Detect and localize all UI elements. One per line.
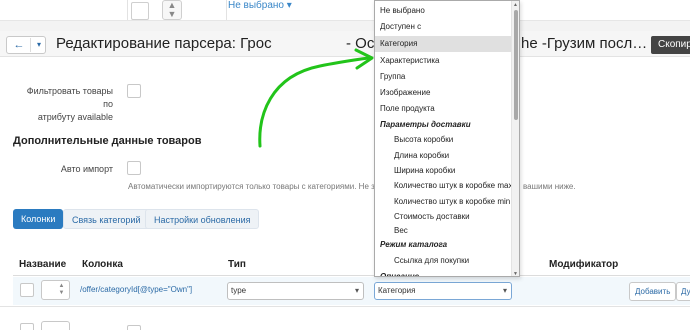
filter-label-line1: Фильтровать товары по (26, 86, 113, 109)
chevron-down-icon[interactable]: ▾ (33, 37, 45, 53)
stepper-arrows[interactable]: ▲ ▼ (56, 283, 67, 297)
header-column: Колонка (82, 259, 123, 270)
auto-import-help: Автоматически импортируются только товар… (128, 182, 380, 191)
row-separator (0, 20, 690, 31)
duplicate-button[interactable]: Ду (676, 282, 690, 301)
dropdown-option[interactable]: Ширина коробки (375, 163, 511, 179)
dropdown-option[interactable]: Характеристика (375, 53, 511, 69)
dropdown-option[interactable]: Поле продукта (375, 101, 511, 117)
tab-update-settings[interactable]: Настройки обновления (145, 209, 260, 229)
dropdown-group-label: Параметры доставки (380, 120, 471, 129)
type-select[interactable]: type ▾ (227, 282, 364, 300)
arrow-left-icon[interactable]: ← (10, 37, 28, 53)
dropdown-option[interactable]: Группа (375, 69, 511, 85)
header-name: Название (19, 259, 67, 270)
auto-import-label: Авто импорт (60, 164, 113, 174)
page-title-end: he -Грузим посл… (521, 35, 648, 52)
chevron-down-icon: ▾ (354, 286, 359, 295)
tab-category-links[interactable]: Связь категорий (63, 209, 150, 229)
header-type: Тип (228, 259, 246, 270)
dropdown-option[interactable]: Изображение (375, 85, 511, 101)
dropdown-option[interactable]: Количество штук в коробке max (375, 178, 512, 194)
not-selected-link[interactable]: Не выбрано ▾ (228, 0, 292, 11)
order-stepper[interactable]: ▲ ▼ (41, 280, 70, 300)
chevron-down-icon: ▾ (502, 286, 507, 295)
dropdown-group-label: Режим каталога (380, 240, 448, 249)
row-checkbox[interactable] (20, 323, 34, 330)
order-stepper[interactable]: ▲ ▼ (162, 0, 182, 20)
field-select[interactable]: Категория ▾ (374, 282, 512, 300)
scroll-up-icon[interactable]: ▲ (513, 2, 518, 8)
auto-import-checkbox[interactable] (127, 161, 141, 175)
header-modifier: Модификатор (549, 259, 619, 270)
table-header-divider (13, 275, 690, 276)
copy-button[interactable]: Скопиро (651, 36, 690, 54)
dropdown-option[interactable]: Не выбрано (375, 3, 511, 19)
previous-row-strip: ▲ ▼ Не выбрано ▾ (0, 0, 690, 31)
filter-available-checkbox[interactable] (127, 84, 141, 98)
filter-label: Фильтровать товары по атрибуту available (20, 85, 113, 124)
scroll-down-icon[interactable]: ▼ (513, 271, 518, 276)
dropdown-option-selected[interactable]: Категория (375, 36, 511, 52)
filter-label-line2: атрибуту available (37, 112, 113, 122)
field-dropdown-list[interactable]: Не выбрано Доступен с Категория Характер… (374, 0, 520, 277)
row-checkbox[interactable] (131, 2, 149, 20)
next-table-row (0, 306, 690, 330)
dropdown-option[interactable]: Количество штук в коробке min (375, 194, 511, 210)
add-button[interactable]: Добавить (629, 282, 677, 301)
dropdown-scrollbar[interactable]: ▲ ▼ (511, 1, 519, 276)
field-select-value: Категория (378, 286, 416, 295)
button-divider (30, 38, 31, 52)
type-select-value: type (231, 286, 247, 295)
dropdown-option[interactable]: Доступен с (375, 19, 511, 35)
row-checkbox[interactable] (20, 283, 34, 297)
dropdown-option[interactable]: Высота коробки (375, 132, 511, 148)
scrollbar-thumb[interactable] (514, 10, 518, 120)
dropdown-option[interactable]: Ссылка для покупки (375, 253, 511, 269)
dropdown-group-label: Описание (380, 272, 420, 277)
tab-columns[interactable]: Колонки (13, 209, 64, 229)
column-path-link[interactable]: /offer/categoryId[@type="Own"] (80, 285, 192, 294)
section-title: Дополнительные данные товаров (13, 135, 202, 147)
order-stepper[interactable] (41, 321, 70, 330)
row-checkbox[interactable] (127, 325, 141, 330)
dropdown-option[interactable]: Длина коробки (375, 148, 511, 164)
back-button[interactable]: ← ▾ (6, 36, 46, 54)
auto-import-help-tail: вашими ниже. (523, 182, 576, 191)
